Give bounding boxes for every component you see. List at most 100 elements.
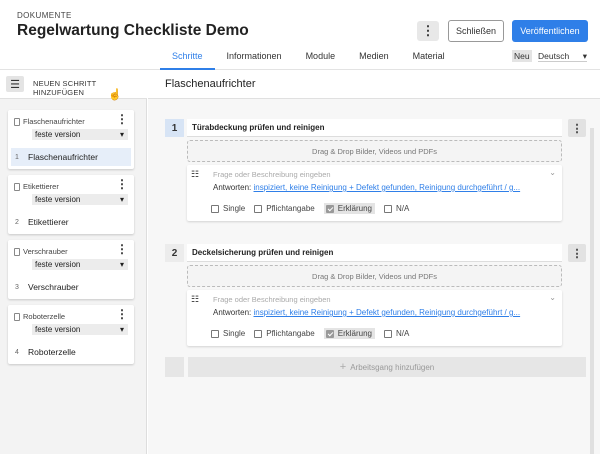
add-operation-row: + Arbeitsgang hinzufügen: [165, 357, 586, 377]
step-card[interactable]: Roboterzelle ⋮ feste version ▾ 4 Roboterze…: [8, 305, 134, 364]
add-operation-label: Arbeitsgang hinzufügen: [350, 362, 435, 372]
tab-module[interactable]: Module: [294, 49, 348, 70]
step-card[interactable]: Flaschenaufrichter ⋮ feste version ▾ 1 Fla…: [8, 110, 134, 169]
question-input[interactable]: Frage oder Beschreibung eingeben: [213, 170, 331, 179]
explanation-checkbox[interactable]: Erklärung: [323, 328, 375, 339]
step-number: 2: [15, 218, 19, 226]
close-button[interactable]: Schließen: [448, 20, 504, 42]
document-icon: [14, 247, 20, 256]
media-dropzone[interactable]: Drag & Drop Bilder, Videos und PDFs: [187, 265, 562, 287]
step-name: Verschrauber: [28, 282, 79, 292]
main-header: Flaschenaufrichter: [148, 70, 600, 99]
tab-schritte[interactable]: Schritte: [160, 49, 215, 70]
step-card[interactable]: Verschrauber ⋮ feste version ▾ 3 Verschrau…: [8, 240, 134, 299]
answers-label: Antworten:: [213, 308, 252, 317]
plus-icon: +: [339, 361, 347, 373]
version-value: feste version: [35, 195, 81, 204]
chevron-down-icon[interactable]: ⌄: [549, 293, 556, 302]
media-dropzone[interactable]: Drag & Drop Bilder, Videos und PDFs: [187, 140, 562, 162]
step-card-kebab-icon[interactable]: ⋮: [116, 242, 128, 256]
version-select[interactable]: feste version ▾: [32, 194, 128, 205]
answers-link[interactable]: inspiziert, keine Reinigung + Defekt gef…: [253, 308, 520, 317]
step-card-name-row[interactable]: 2 Etikettierer: [11, 213, 131, 231]
step-card-name-row[interactable]: 3 Verschrauber: [11, 278, 131, 296]
version-select[interactable]: feste version ▾: [32, 129, 128, 140]
option-label: Erklärung: [337, 204, 372, 213]
step-card-name-row[interactable]: 1 Flaschenaufrichter: [11, 148, 131, 166]
single-checkbox[interactable]: Single: [211, 329, 245, 338]
pointer-cursor-icon: ☝: [108, 89, 122, 101]
page-title: Regelwartung Checkliste Demo: [17, 22, 249, 39]
option-label: N/A: [395, 329, 410, 338]
caret-down-icon: ▾: [119, 260, 124, 269]
na-checkbox[interactable]: N/A: [383, 204, 410, 213]
step-title: Flaschenaufrichter: [165, 78, 256, 90]
top-bar: DOKUMENTE Regelwartung Checkliste Demo ⋮…: [0, 0, 600, 70]
version-select[interactable]: feste version ▾: [32, 259, 128, 270]
operation-title-input[interactable]: Deckelsicherung prüfen und reinigen: [187, 244, 562, 262]
step-card-kebab-icon[interactable]: ⋮: [116, 112, 128, 126]
option-label: Pflichtangabe: [266, 329, 315, 338]
add-operation-button[interactable]: + Arbeitsgang hinzufügen: [188, 357, 586, 377]
language-value: Deutsch: [538, 51, 570, 61]
version-value: feste version: [35, 130, 81, 139]
step-name: Flaschenaufrichter: [28, 152, 98, 162]
question-input[interactable]: Frage oder Beschreibung eingeben: [213, 295, 331, 304]
step-name: Etikettierer: [28, 217, 69, 227]
language-select[interactable]: Deutsch ▾: [538, 50, 587, 62]
option-label: N/A: [395, 204, 410, 213]
step-number: 3: [15, 283, 19, 291]
new-badge: Neu: [512, 50, 532, 62]
document-icon: [14, 182, 20, 191]
caret-down-icon: ▾: [119, 130, 124, 139]
more-options-button[interactable]: ⋮: [417, 21, 439, 41]
tab-material[interactable]: Material: [401, 49, 457, 70]
step-number: 1: [15, 153, 19, 161]
single-checkbox[interactable]: Single: [211, 204, 245, 213]
step-card-heading: Roboterzelle: [23, 312, 66, 321]
version-select[interactable]: feste version ▾: [32, 324, 128, 335]
na-checkbox[interactable]: N/A: [383, 329, 410, 338]
operation-number: 2: [165, 244, 184, 262]
required-checkbox[interactable]: Pflichtangabe: [254, 204, 315, 213]
step-card-kebab-icon[interactable]: ⋮: [116, 177, 128, 191]
publish-button[interactable]: Veröffentlichen: [512, 20, 588, 42]
version-value: feste version: [35, 325, 81, 334]
option-label: Pflichtangabe: [266, 204, 315, 213]
add-step-button[interactable]: ☰ NEUEN SCHRITT HINZUFÜGEN ☝: [0, 70, 147, 101]
operation-kebab-icon[interactable]: ⋮: [568, 244, 586, 262]
tab-bar: Schritte Informationen Module Medien Mat…: [160, 49, 457, 70]
option-label: Erklärung: [337, 329, 372, 338]
version-value: feste version: [35, 260, 81, 269]
main-panel: Flaschenaufrichter 1 Türabdeckung prüfen…: [148, 70, 600, 454]
answers-row: Antworten: inspiziert, keine Reinigung +…: [213, 308, 558, 317]
answers-label: Antworten:: [213, 183, 252, 192]
answers-link[interactable]: inspiziert, keine Reinigung + Defekt gef…: [253, 183, 520, 192]
sidebar: ☰ NEUEN SCHRITT HINZUFÜGEN ☝ Flaschenauf…: [0, 70, 147, 454]
operation-kebab-icon[interactable]: ⋮: [568, 119, 586, 137]
scrollbar[interactable]: [590, 128, 594, 454]
option-label: Single: [223, 204, 246, 213]
caret-down-icon: ▾: [119, 195, 124, 204]
step-card-kebab-icon[interactable]: ⋮: [116, 307, 128, 321]
menu-icon[interactable]: ☰: [6, 76, 24, 92]
tab-medien[interactable]: Medien: [347, 49, 401, 70]
step-number: 4: [15, 348, 19, 356]
document-icon: [14, 117, 20, 126]
tab-informationen[interactable]: Informationen: [215, 49, 294, 70]
explanation-checkbox[interactable]: Erklärung: [323, 203, 375, 214]
options-row: Single Pflichtangabe Erklärung N/A: [211, 203, 409, 214]
step-name: Roboterzelle: [28, 347, 76, 357]
document-icon: [14, 312, 20, 321]
operation-number: 1: [165, 119, 184, 137]
chevron-down-icon[interactable]: ⌄: [549, 168, 556, 177]
required-checkbox[interactable]: Pflichtangabe: [254, 329, 315, 338]
operation-title-input[interactable]: Türabdeckung prüfen und reinigen: [187, 119, 562, 137]
section-label: DOKUMENTE: [17, 11, 72, 20]
step-card[interactable]: Etikettierer ⋮ feste version ▾ 2 Etikettie…: [8, 175, 134, 234]
add-step-label: NEUEN SCHRITT HINZUFÜGEN: [33, 79, 97, 97]
kebab-icon: ⋮: [421, 23, 435, 38]
step-card-name-row[interactable]: 4 Roboterzelle: [11, 343, 131, 361]
step-card-heading: Verschrauber: [23, 247, 68, 256]
step-card-heading: Flaschenaufrichter: [23, 117, 85, 126]
